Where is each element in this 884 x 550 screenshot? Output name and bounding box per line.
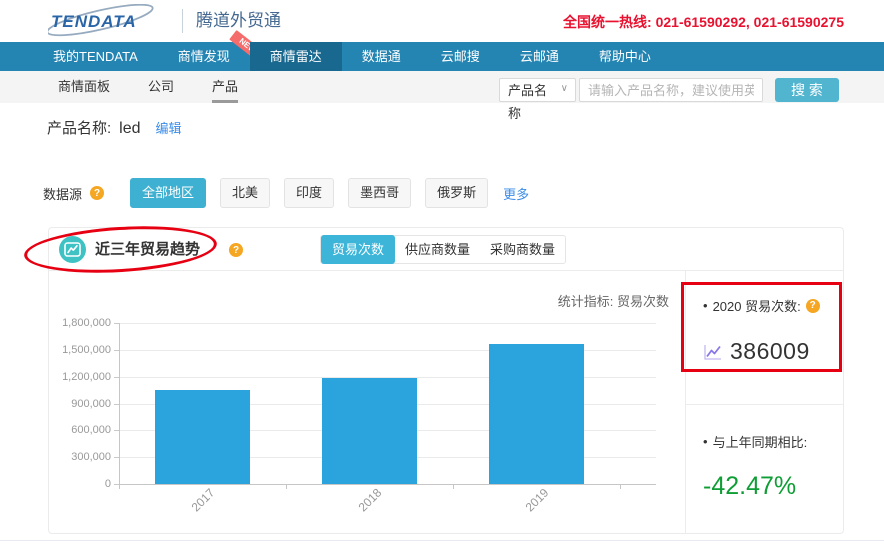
chevron-down-icon: ∨ bbox=[560, 83, 568, 94]
trend-card-header: 近三年贸易趋势 ? 贸易次数 供应商数量 采购商数量 bbox=[49, 228, 843, 271]
product-category-select[interactable]: 产品名称 ∨ bbox=[499, 78, 576, 121]
more-regions-link[interactable]: 更多 bbox=[503, 184, 529, 203]
datasource-help-icon[interactable]: ? bbox=[90, 186, 105, 200]
stat-compare-label-row: • 与上年同期相比: bbox=[703, 432, 844, 451]
nav-item-business-radar[interactable]: 商情雷达 bbox=[249, 42, 342, 71]
stat-2020-label: 2020 贸易次数: bbox=[712, 299, 801, 314]
metric-tabs: 贸易次数 供应商数量 采购商数量 bbox=[320, 235, 567, 264]
stats-panel: • 2020 贸易次数: ? 386009 • 与上年同期相比: -42.47% bbox=[685, 271, 844, 533]
page-bottom-divider bbox=[0, 540, 884, 541]
region-chip-3[interactable]: 墨西哥 bbox=[348, 178, 412, 208]
y-axis-label: 900,000 bbox=[71, 398, 111, 410]
datasource-row: 数据源 ? 全部地区 北美 印度 墨西哥 俄罗斯 更多 bbox=[43, 178, 529, 208]
brand-name: 腾道外贸通 bbox=[182, 9, 281, 33]
hotline: 全国统一热线: 021-61590292, 021-61590275 bbox=[563, 12, 844, 32]
bar-2018 bbox=[322, 378, 417, 484]
region-chip-4[interactable]: 俄罗斯 bbox=[425, 178, 489, 208]
hotline-numbers: 021-61590292, 021-61590275 bbox=[655, 14, 844, 30]
product-search-input[interactable] bbox=[579, 78, 763, 102]
stat-2020-block: • 2020 贸易次数: ? 386009 bbox=[686, 271, 844, 405]
subnav-item-product[interactable]: 产品 bbox=[212, 71, 239, 103]
indicator-label: 统计指标: 贸易次数 bbox=[557, 294, 669, 309]
product-name-value: led bbox=[119, 120, 141, 137]
trend-chart-icon bbox=[59, 236, 86, 263]
subnav-item-business-panel[interactable]: 商情面板 bbox=[58, 71, 110, 103]
tendata-logo-icon: TENDATA bbox=[48, 4, 154, 37]
y-axis-label: 1,200,000 bbox=[62, 371, 111, 383]
stat-compare-block: • 与上年同期相比: -42.47% bbox=[686, 405, 844, 501]
stat-compare-label: 与上年同期相比: bbox=[712, 435, 808, 450]
tab-2[interactable]: 采购商数量 bbox=[480, 236, 565, 263]
datasource-label: 数据源 bbox=[43, 186, 83, 202]
trend-card: 近三年贸易趋势 ? 贸易次数 供应商数量 采购商数量 统计指标: 贸易次数 0 300… bbox=[48, 227, 844, 534]
bar-2017 bbox=[155, 390, 250, 484]
y-axis-label: 1,500,000 bbox=[62, 344, 111, 356]
search-button[interactable]: 搜 索 bbox=[775, 78, 839, 102]
x-tick bbox=[286, 485, 287, 489]
y-axis-label: 600,000 bbox=[71, 424, 111, 436]
page: TENDATA 腾道外贸通 全国统一热线: 021-61590292, 021-… bbox=[0, 0, 884, 550]
bullet-icon: • bbox=[703, 434, 708, 449]
tab-0[interactable]: 贸易次数 bbox=[321, 235, 396, 264]
nav-item-help-center[interactable]: 帮助中心 bbox=[579, 42, 671, 71]
stat-compare-value: -42.47% bbox=[703, 472, 797, 500]
stat-2020-value: 386009 bbox=[730, 338, 810, 364]
bar-chart: 统计指标: 贸易次数 0 300,000 600,000 900,000 1,200,0… bbox=[49, 271, 685, 534]
x-tick bbox=[453, 485, 454, 489]
subnav-item-company[interactable]: 公司 bbox=[148, 71, 174, 103]
select-value: 产品名称 bbox=[508, 83, 548, 121]
region-chip-2[interactable]: 印度 bbox=[284, 178, 335, 208]
region-chip-1[interactable]: 北美 bbox=[220, 178, 271, 208]
y-axis-label: 0 bbox=[104, 478, 111, 490]
nav-item-my-tendata[interactable]: 我的TENDATA bbox=[33, 42, 158, 71]
stat-2020-help-icon[interactable]: ? bbox=[805, 298, 820, 313]
region-chip-0[interactable]: 全部地区 bbox=[130, 178, 207, 208]
logo-text: TENDATA bbox=[51, 12, 137, 31]
y-axis-label: 1,800,000 bbox=[62, 317, 111, 329]
logo[interactable]: TENDATA 腾道外贸通 bbox=[48, 4, 281, 38]
mini-line-chart-icon bbox=[704, 344, 721, 360]
section-title: 近三年贸易趋势 bbox=[95, 241, 201, 258]
y-axis-line bbox=[119, 323, 120, 488]
nav-item-business-discovery[interactable]: 商情发现 NEW bbox=[158, 29, 266, 71]
product-row: 产品名称: led 编辑 bbox=[47, 117, 182, 138]
bullet-icon: • bbox=[703, 298, 708, 313]
tab-1[interactable]: 供应商数量 bbox=[395, 236, 480, 263]
product-name-label: 产品名称: bbox=[47, 120, 112, 137]
stat-2020-value-row: 386009 bbox=[703, 338, 844, 365]
nav-item-cloud-mail[interactable]: 云邮通 bbox=[500, 42, 579, 71]
hotline-label: 全国统一热线: bbox=[563, 14, 652, 30]
search-group: 产品名称 ∨ 搜 索 bbox=[499, 78, 839, 121]
edit-link[interactable]: 编辑 bbox=[156, 118, 182, 137]
region-filter-list: 全部地区 北美 印度 墨西哥 俄罗斯 bbox=[116, 178, 489, 208]
top-header: TENDATA 腾道外贸通 全国统一热线: 021-61590292, 021-… bbox=[0, 0, 884, 42]
stat-2020-label-row: • 2020 贸易次数: ? bbox=[703, 296, 844, 315]
gridline-1800000 bbox=[119, 323, 656, 324]
y-axis-label: 300,000 bbox=[71, 451, 111, 463]
nav-item-data-link[interactable]: 数据通 bbox=[342, 42, 421, 71]
bar-2019 bbox=[489, 344, 584, 484]
x-tick bbox=[620, 485, 621, 489]
main-nav: 我的TENDATA 商情发现 NEW 商情雷达 数据通 云邮搜 云邮通 帮助中心 bbox=[0, 29, 884, 71]
main-nav-list: 我的TENDATA 商情发现 NEW 商情雷达 数据通 云邮搜 云邮通 帮助中心 bbox=[0, 29, 884, 71]
nav-item-cloud-mail-search[interactable]: 云邮搜 bbox=[421, 42, 500, 71]
x-tick bbox=[119, 485, 120, 489]
trend-help-icon[interactable]: ? bbox=[229, 243, 243, 257]
